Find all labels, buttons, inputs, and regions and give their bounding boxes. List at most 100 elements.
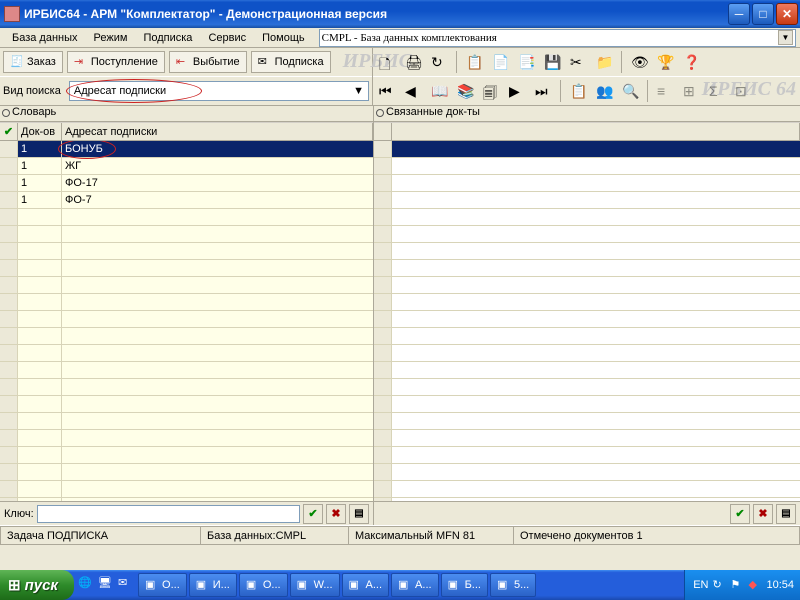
window-maximize-button[interactable]: □ — [752, 3, 774, 25]
toolbar-help-icon[interactable]: ❓ — [680, 51, 702, 73]
taskbar-app-button[interactable]: ▣А... — [391, 573, 439, 597]
table-row[interactable] — [374, 192, 800, 209]
toolbar-folder-icon[interactable]: 📁 — [593, 51, 615, 73]
table-row[interactable] — [0, 345, 373, 362]
table-row[interactable] — [0, 430, 373, 447]
key-cancel-button[interactable]: ✖ — [326, 504, 346, 524]
table-row[interactable] — [374, 396, 800, 413]
nav-prev-icon[interactable]: ◀ — [402, 80, 424, 102]
table-row[interactable] — [374, 260, 800, 277]
table-row[interactable] — [374, 277, 800, 294]
toolbar-view-icon[interactable]: 👁 — [628, 51, 650, 73]
table-row[interactable] — [374, 226, 800, 243]
table-row[interactable] — [374, 294, 800, 311]
table-row[interactable] — [0, 243, 373, 260]
linked-extra-button[interactable]: ▤ — [776, 504, 796, 524]
toolbar-cut-icon[interactable]: ✂ — [567, 51, 589, 73]
table-row[interactable]: 1ФО-17 — [0, 175, 373, 192]
table-row[interactable]: 1БОНУБ — [0, 141, 373, 158]
table-row[interactable] — [374, 345, 800, 362]
toolbar-doc-icon[interactable]: 📑 — [515, 51, 537, 73]
taskbar-app-button[interactable]: ▣А... — [342, 573, 390, 597]
nav-last-icon[interactable]: ⏭ — [532, 80, 554, 102]
ql-ie-icon[interactable]: 🌐 — [78, 576, 96, 594]
tray-shield-icon[interactable]: ◆ — [748, 578, 762, 592]
nav-first-icon[interactable]: ⏮ — [376, 80, 398, 102]
table-row[interactable] — [374, 430, 800, 447]
table-row[interactable] — [374, 413, 800, 430]
table-row[interactable] — [0, 209, 373, 226]
tab-disposal[interactable]: ⇤ Выбытие — [169, 51, 247, 73]
table-row[interactable] — [0, 226, 373, 243]
toolbar-paste-icon[interactable]: 📄 — [489, 51, 511, 73]
table-row[interactable] — [374, 311, 800, 328]
table-row[interactable] — [374, 447, 800, 464]
table-row[interactable] — [374, 141, 800, 158]
tab-receipt[interactable]: ⇥ Поступление — [67, 51, 165, 73]
linked-cancel-button[interactable]: ✖ — [753, 504, 773, 524]
key-extra-button[interactable]: ▤ — [349, 504, 369, 524]
taskbar-app-button[interactable]: ▣5... — [490, 573, 536, 597]
table-row[interactable] — [374, 209, 800, 226]
toolbar-search-icon[interactable]: 🔍 — [619, 80, 641, 102]
tab-subscription[interactable]: ✉ Подписка — [251, 51, 331, 73]
col-mark[interactable]: ✔ — [0, 123, 18, 140]
taskbar-app-button[interactable]: ▣Б... — [441, 573, 488, 597]
toolbar-save-icon[interactable]: 💾 — [541, 51, 563, 73]
toolbar-copy-icon[interactable]: 📋 — [463, 51, 485, 73]
menu-database[interactable]: База данных — [4, 30, 86, 46]
table-row[interactable] — [374, 158, 800, 175]
nav-books-icon[interactable]: 📚 — [454, 80, 476, 102]
tray-refresh-icon[interactable]: ↻ — [712, 578, 726, 592]
table-row[interactable]: 1ЖГ — [0, 158, 373, 175]
ql-desktop-icon[interactable]: 🖥 — [98, 576, 116, 594]
table-row[interactable] — [374, 328, 800, 345]
menu-subscription[interactable]: Подписка — [135, 30, 200, 46]
toolbar-refresh-icon[interactable]: ↻ — [428, 51, 450, 73]
nav-book-icon[interactable]: 📖 — [428, 80, 450, 102]
table-row[interactable] — [374, 362, 800, 379]
toolbar-trophy-icon[interactable]: 🏆 — [654, 51, 676, 73]
window-close-button[interactable]: ✕ — [776, 3, 798, 25]
start-button[interactable]: ⊞ пуск — [0, 570, 74, 600]
key-input[interactable] — [37, 505, 300, 523]
linked-ok-button[interactable]: ✔ — [730, 504, 750, 524]
table-row[interactable] — [0, 277, 373, 294]
menu-service[interactable]: Сервис — [200, 30, 254, 46]
taskbar-app-button[interactable]: ▣О... — [239, 573, 288, 597]
table-row[interactable] — [374, 379, 800, 396]
col-addr[interactable]: Адресат подписки — [62, 123, 373, 140]
table-row[interactable] — [0, 379, 373, 396]
table-row[interactable] — [374, 464, 800, 481]
table-row[interactable] — [0, 328, 373, 345]
tray-lang[interactable]: EN — [693, 579, 708, 591]
table-row[interactable] — [0, 447, 373, 464]
table-row[interactable] — [374, 243, 800, 260]
toolbar-list-icon[interactable]: 📋 — [567, 80, 589, 102]
table-row[interactable] — [0, 396, 373, 413]
toolbar-print-icon[interactable]: 🖨 — [402, 51, 424, 73]
tab-order[interactable]: 🧾 Заказ — [3, 51, 63, 73]
linked-col-main[interactable] — [392, 123, 800, 140]
table-row[interactable] — [0, 260, 373, 277]
nav-copy-icon[interactable]: 🗐 — [480, 80, 502, 102]
search-type-selector[interactable]: Адресат подписки ▼ — [69, 81, 369, 101]
table-row[interactable] — [374, 481, 800, 498]
dictionary-grid[interactable]: ✔ Док-ов Адресат подписки 1БОНУБ1ЖГ1ФО-1… — [0, 122, 373, 501]
toolbar-new-icon[interactable]: 🗋 — [376, 51, 398, 73]
taskbar-app-button[interactable]: ▣W... — [290, 573, 340, 597]
key-ok-button[interactable]: ✔ — [303, 504, 323, 524]
taskbar-app-button[interactable]: ▣И... — [189, 573, 237, 597]
col-docov[interactable]: Док-ов — [18, 123, 62, 140]
table-row[interactable]: 1ФО-7 — [0, 192, 373, 209]
table-row[interactable] — [0, 311, 373, 328]
menu-help[interactable]: Помощь — [254, 30, 313, 46]
taskbar-app-button[interactable]: ▣O... — [138, 573, 187, 597]
nav-next-icon[interactable]: ▶ — [506, 80, 528, 102]
linked-col-mark[interactable] — [374, 123, 392, 140]
table-row[interactable] — [0, 464, 373, 481]
table-row[interactable] — [0, 481, 373, 498]
linked-docs-grid[interactable] — [374, 122, 800, 501]
toolbar-users-icon[interactable]: 👥 — [593, 80, 615, 102]
table-row[interactable] — [374, 498, 800, 501]
